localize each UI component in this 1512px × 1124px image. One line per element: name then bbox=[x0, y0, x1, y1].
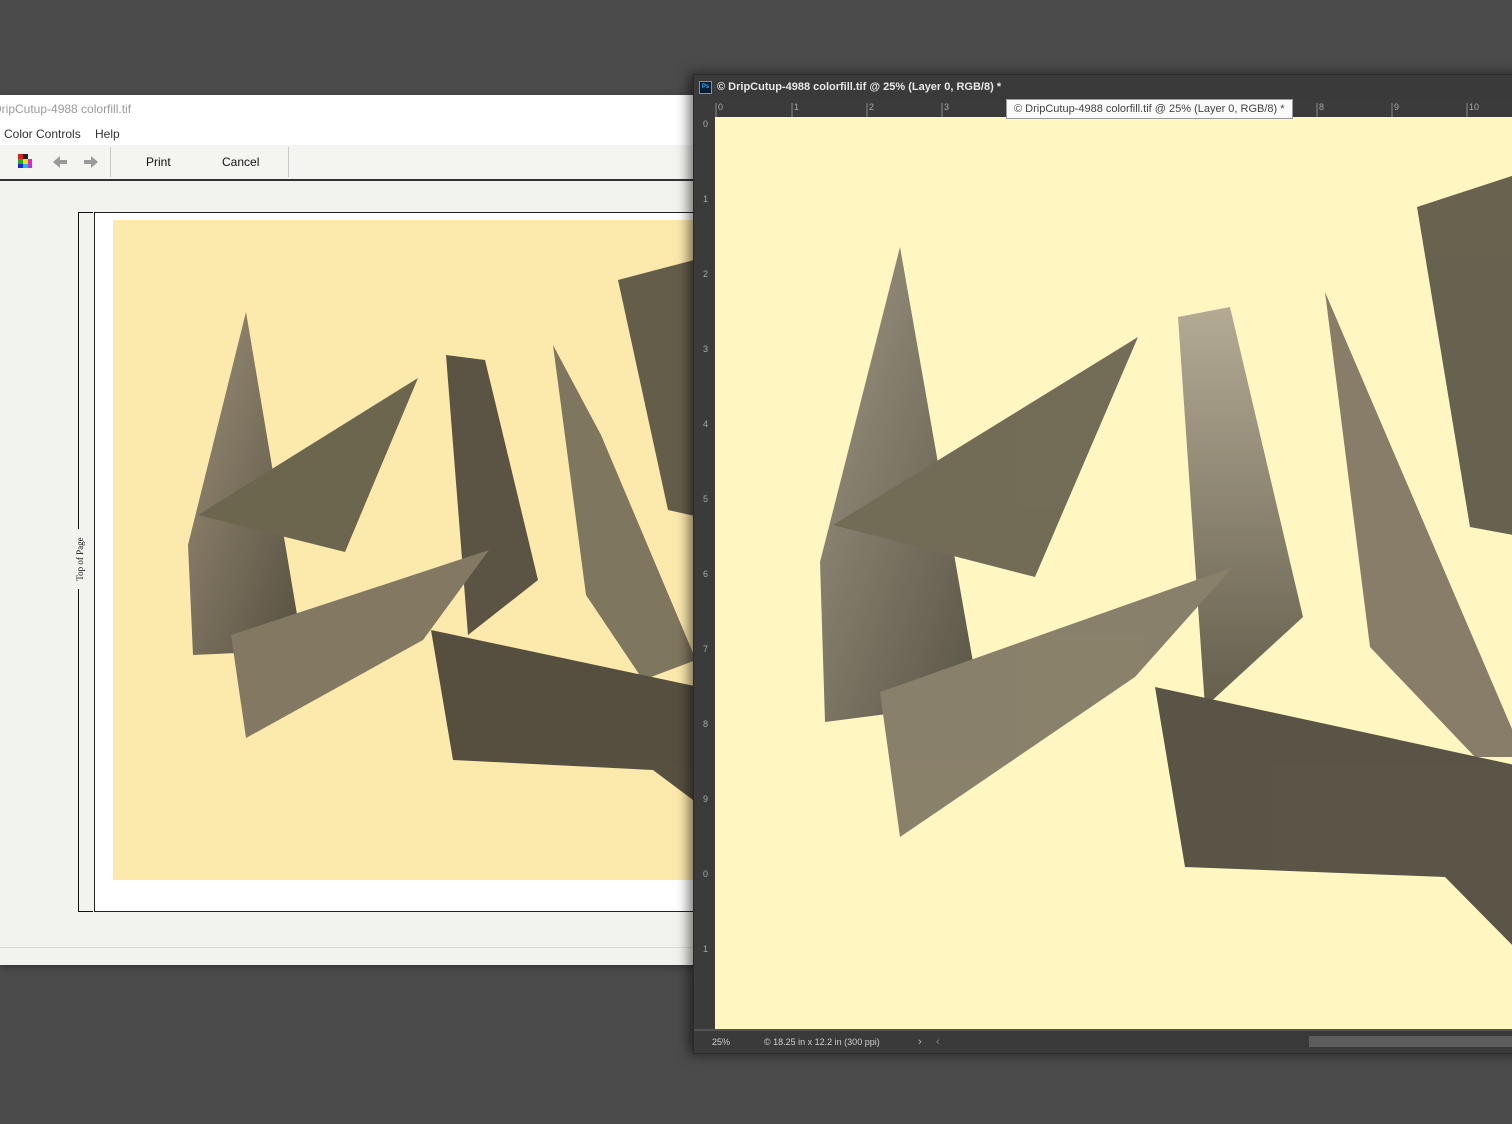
title-tooltip: © DripCutup-4988 colorfill.tif @ 25% (La… bbox=[1006, 99, 1293, 119]
print-button[interactable]: Print bbox=[146, 145, 171, 179]
top-of-page-label: Top of Page bbox=[74, 529, 86, 589]
ruler-label: 8 bbox=[1319, 102, 1325, 112]
ruler-label: 1 bbox=[703, 194, 709, 204]
horizontal-scrollbar-thumb[interactable] bbox=[1309, 1036, 1512, 1047]
document-size-info: © 18.25 in x 12.2 in (300 ppi) bbox=[764, 1037, 880, 1047]
print-window-footer-divider bbox=[0, 947, 696, 948]
vertical-ruler[interactable]: 0 1 2 3 4 5 6 7 8 9 0 1 bbox=[694, 117, 715, 1029]
print-window-title: DripCutup-4988 colorfill.tif bbox=[0, 95, 696, 123]
toolbar-separator bbox=[110, 147, 111, 177]
ruler-label: 0 bbox=[718, 102, 724, 112]
ruler-label: 1 bbox=[794, 102, 800, 112]
ruler-origin[interactable] bbox=[694, 99, 715, 117]
photoshop-document-window: Ps © DripCutup-4988 colorfill.tif @ 25% … bbox=[693, 74, 1512, 1054]
menu-help[interactable]: Help bbox=[95, 123, 120, 145]
status-menu-arrow-icon[interactable]: › bbox=[918, 1031, 922, 1053]
ruler-label: 9 bbox=[1394, 102, 1400, 112]
forward-arrow-icon[interactable] bbox=[81, 152, 101, 172]
ruler-label: 2 bbox=[869, 102, 875, 112]
toolbar-separator bbox=[288, 147, 289, 177]
document-canvas[interactable] bbox=[715, 117, 1512, 1029]
print-toolbar: Print Cancel bbox=[0, 145, 696, 181]
ruler-label: 5 bbox=[703, 494, 709, 504]
ps-window-title: © DripCutup-4988 colorfill.tif @ 25% (La… bbox=[717, 81, 1002, 93]
ruler-label: 6 bbox=[703, 569, 709, 579]
artwork-shapes bbox=[820, 175, 1512, 945]
ps-status-bar: 25% © 18.25 in x 12.2 in (300 ppi) › ‹ bbox=[694, 1031, 1512, 1053]
zoom-level-field[interactable]: 25% bbox=[712, 1031, 730, 1053]
ruler-label: 8 bbox=[703, 719, 709, 729]
ruler-label: 0 bbox=[703, 119, 709, 129]
ruler-label: 10 bbox=[1469, 102, 1480, 112]
artwork-shapes bbox=[188, 259, 696, 803]
cancel-button[interactable]: Cancel bbox=[222, 145, 259, 179]
ruler-label: 2 bbox=[703, 269, 709, 279]
print-paper bbox=[94, 212, 696, 912]
print-preview-area: Top of Page bbox=[0, 181, 696, 947]
menu-color-controls[interactable]: Color Controls bbox=[4, 123, 81, 145]
color-controls-icon[interactable] bbox=[18, 154, 32, 168]
ruler-label: 4 bbox=[703, 419, 709, 429]
print-preview-image bbox=[113, 220, 696, 880]
ruler-label: 9 bbox=[703, 794, 709, 804]
ruler-label: 7 bbox=[703, 644, 709, 654]
print-menu-bar: Color Controls Help bbox=[0, 123, 696, 145]
back-arrow-icon[interactable] bbox=[50, 152, 70, 172]
scroll-left-arrow-icon[interactable]: ‹ bbox=[936, 1031, 940, 1053]
ruler-label: 3 bbox=[703, 344, 709, 354]
ruler-label: 1 bbox=[703, 944, 709, 954]
print-preview-window: DripCutup-4988 colorfill.tif Color Contr… bbox=[0, 95, 696, 965]
ps-titlebar[interactable]: Ps © DripCutup-4988 colorfill.tif @ 25% … bbox=[694, 75, 1512, 99]
photoshop-logo-icon: Ps bbox=[699, 81, 712, 94]
ruler-label: 0 bbox=[703, 869, 709, 879]
ruler-label: 3 bbox=[944, 102, 950, 112]
